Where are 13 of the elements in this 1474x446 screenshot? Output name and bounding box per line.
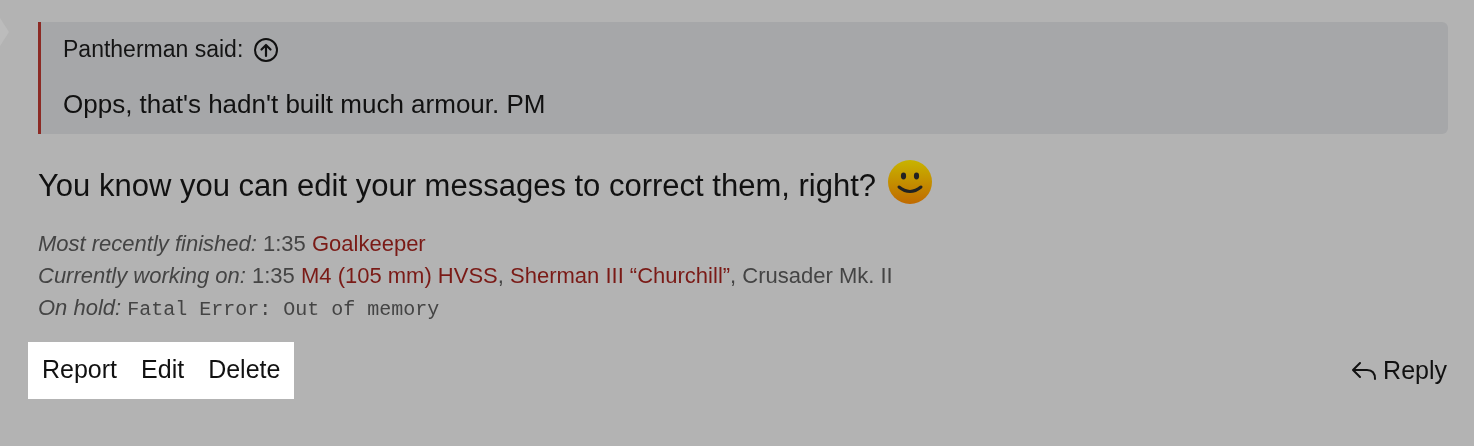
action-link[interactable]: Report [30,342,130,399]
quote-author: Pantherman said: [63,36,244,63]
signature-line: On hold: Fatal Error: Out of memory [38,294,441,323]
message-text: You know you can edit your messages to correct them, right? [38,168,876,204]
quote-text: Opps, that's hadn't built much armour. PM [63,89,547,120]
action-link[interactable]: Edit [129,342,197,399]
signature-line: Most recently finished: 1:35 Goalkeeper [38,230,427,258]
signature-line: Currently working on: 1:35 M4 (105 mm) HVSS, Sherman III “Churchill”, Crusader Mk. II [38,262,894,290]
reply-arrow-icon [1351,359,1378,382]
arrow-up-circle-icon[interactable] [253,36,280,63]
smiley-icon [888,160,932,204]
reply-button[interactable]: Reply [1351,356,1447,385]
action-link[interactable]: Delete [196,342,293,399]
